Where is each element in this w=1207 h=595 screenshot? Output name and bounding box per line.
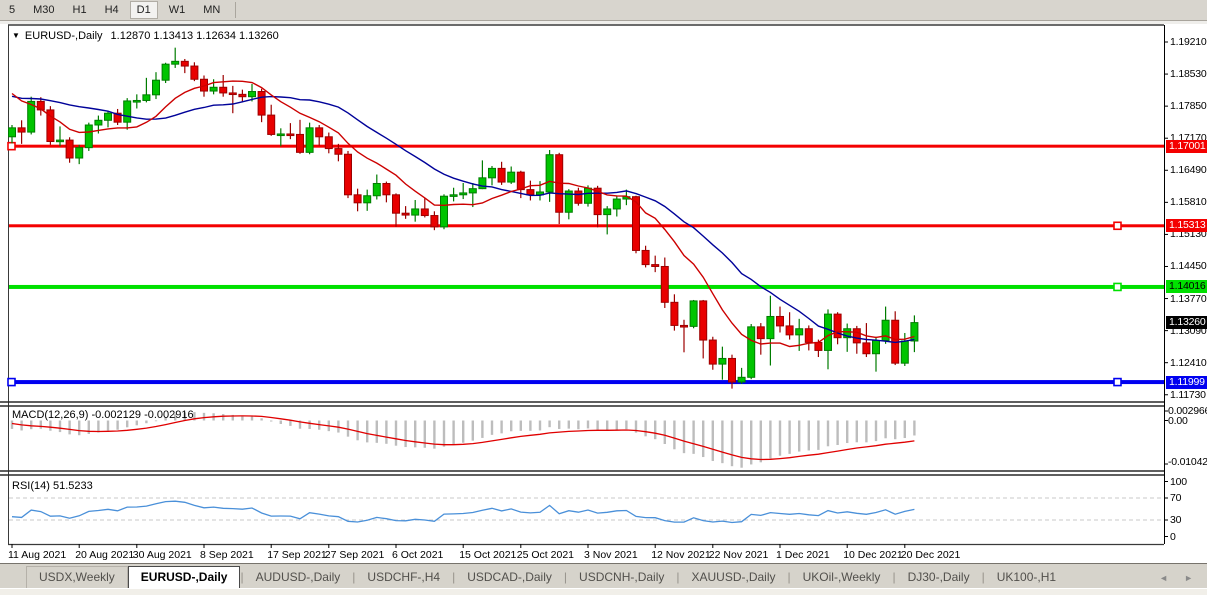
rsi-axis-label: 100 [1170,476,1187,488]
time-axis-label: 11 Aug 2021 [8,549,66,561]
time-axis-label: 12 Nov 2021 [651,549,711,561]
tab-scroll-controls: ◄ ► [1159,573,1193,588]
current-price-tag: 1.13260 [1166,316,1207,329]
time-axis-label: 3 Nov 2021 [584,549,638,561]
hline-drag-handle[interactable] [1114,222,1121,229]
macd-axis-label: -0.010425 [1168,456,1207,468]
price-axis-label: 1.18530 [1170,68,1207,80]
status-strip [0,589,1207,595]
chart-tab-usdcnh-daily[interactable]: USDCNH-,Daily [567,567,676,588]
chart-dropdown-icon[interactable]: ▼ [12,31,20,40]
price-axis-label: 1.11730 [1170,389,1206,401]
chart-ohlc-values: 1.12870 1.13413 1.12634 1.13260 [111,30,279,42]
macd-axis-label: 0.00 [1168,415,1188,427]
rsi-pane [9,498,1164,523]
chart-tab-uk100-h1[interactable]: UK100-,H1 [985,567,1068,588]
trading-platform-window: 5M30 H1H4D1W1MN ▼ EURUSD-,Daily 1.12870 1.1… [0,0,1207,595]
rsi-line [12,501,914,522]
time-axis-label: 20 Aug 2021 [75,549,134,561]
timeframe-button-5[interactable]: 5 [2,1,22,19]
rsi-indicator-label: RSI(14) 51.5233 [12,480,93,492]
time-axis-label: 8 Sep 2021 [200,549,254,561]
hline-drag-handle[interactable] [1114,379,1121,386]
timeframe-button-H1[interactable]: H1 [66,1,94,19]
timeframe-button-MN[interactable]: MN [196,1,227,19]
price-axis-label: 1.15810 [1170,196,1207,208]
plot-border [0,25,1165,545]
chart-tab-usdcad-daily[interactable]: USDCAD-,Daily [455,567,564,588]
hline-drag-handle[interactable] [8,143,15,150]
time-axis-label: 22 Nov 2021 [709,549,769,561]
chart-tab-audusd-daily[interactable]: AUDUSD-,Daily [244,567,353,588]
tab-scroll-left-icon[interactable]: ◄ [1159,573,1168,583]
hline-price-tag: 1.11999 [1166,376,1207,389]
chart-symbol-period: EURUSD-,Daily [25,30,103,42]
price-axis-label: 1.19210 [1170,36,1207,48]
toolbar-separator [235,2,236,18]
chart-tab-ukoil-weekly[interactable]: UKOil-,Weekly [791,567,893,588]
rsi-axis-label: 30 [1170,514,1181,526]
price-axis-label: 1.17850 [1170,100,1207,112]
timeframe-button-D1[interactable]: D1 [130,1,158,19]
ma-slow-line [12,96,914,342]
chart-tabs: USDX,WeeklyEURUSD-,Daily|AUDUSD-,Daily|U… [0,564,1068,588]
time-axis-label: 20 Dec 2021 [901,549,961,561]
time-axis-label: 30 Aug 2021 [133,549,192,561]
ma-fast-line [12,81,914,346]
price-axis-label: 1.16490 [1170,164,1207,176]
hline-drag-handle[interactable] [1114,283,1121,290]
chart-tab-usdx-weekly[interactable]: USDX,Weekly [26,566,128,588]
time-axis-label: 15 Oct 2021 [459,549,516,561]
time-axis-label: 27 Sep 2021 [325,549,385,561]
rsi-axis-label: 70 [1170,492,1181,504]
time-axis-label: 1 Dec 2021 [776,549,830,561]
chart-tab-eurusd-daily[interactable]: EURUSD-,Daily [128,566,241,588]
timeframe-toolbar: 5M30 H1H4D1W1MN [0,0,1207,21]
macd-indicator-label: MACD(12,26,9) -0.002129 -0.002916 [12,409,194,421]
chart-tab-bar: USDX,WeeklyEURUSD-,Daily|AUDUSD-,Daily|U… [0,563,1207,588]
price-axis-label: 1.14450 [1170,260,1207,272]
price-axis-label: 1.13770 [1170,293,1207,305]
chart-tab-dj30-daily[interactable]: DJ30-,Daily [896,567,982,588]
rsi-axis-label: 0 [1170,531,1176,543]
hline-price-tag: 1.14016 [1166,280,1207,293]
hline-price-tag: 1.17001 [1166,140,1207,153]
timeframe-button-M30[interactable]: M30 [26,1,61,19]
hline-1.14016[interactable] [9,283,1164,290]
timeframe-button-H4[interactable]: H4 [98,1,126,19]
chart-tab-xauusd-daily[interactable]: XAUUSD-,Daily [680,567,788,588]
chart-tab-usdchf-h4[interactable]: USDCHF-,H4 [355,567,452,588]
time-axis-label: 25 Oct 2021 [517,549,574,561]
candles-layer [9,48,918,389]
price-axis-label: 1.12410 [1170,357,1207,369]
tab-scroll-right-icon[interactable]: ► [1184,573,1193,583]
hline-1.15313[interactable] [9,222,1164,229]
time-axis-label: 10 Dec 2021 [843,549,903,561]
hline-1.11999[interactable] [8,379,1164,386]
hline-drag-handle[interactable] [8,379,15,386]
hline-1.17001[interactable] [8,143,1164,150]
chart-window[interactable]: ▼ EURUSD-,Daily 1.12870 1.13413 1.12634 1.… [0,24,1207,562]
chart-legend[interactable]: ▼ EURUSD-,Daily 1.12870 1.13413 1.12634 1.… [12,30,279,42]
hline-price-tag: 1.15313 [1166,219,1207,232]
axis-ticks [12,42,1168,548]
price-chart-canvas[interactable] [0,24,1207,562]
timeframe-button-W1[interactable]: W1 [162,1,193,19]
horizontal-lines-layer[interactable] [8,143,1164,386]
time-axis-label: 6 Oct 2021 [392,549,443,561]
time-axis-label: 17 Sep 2021 [267,549,327,561]
